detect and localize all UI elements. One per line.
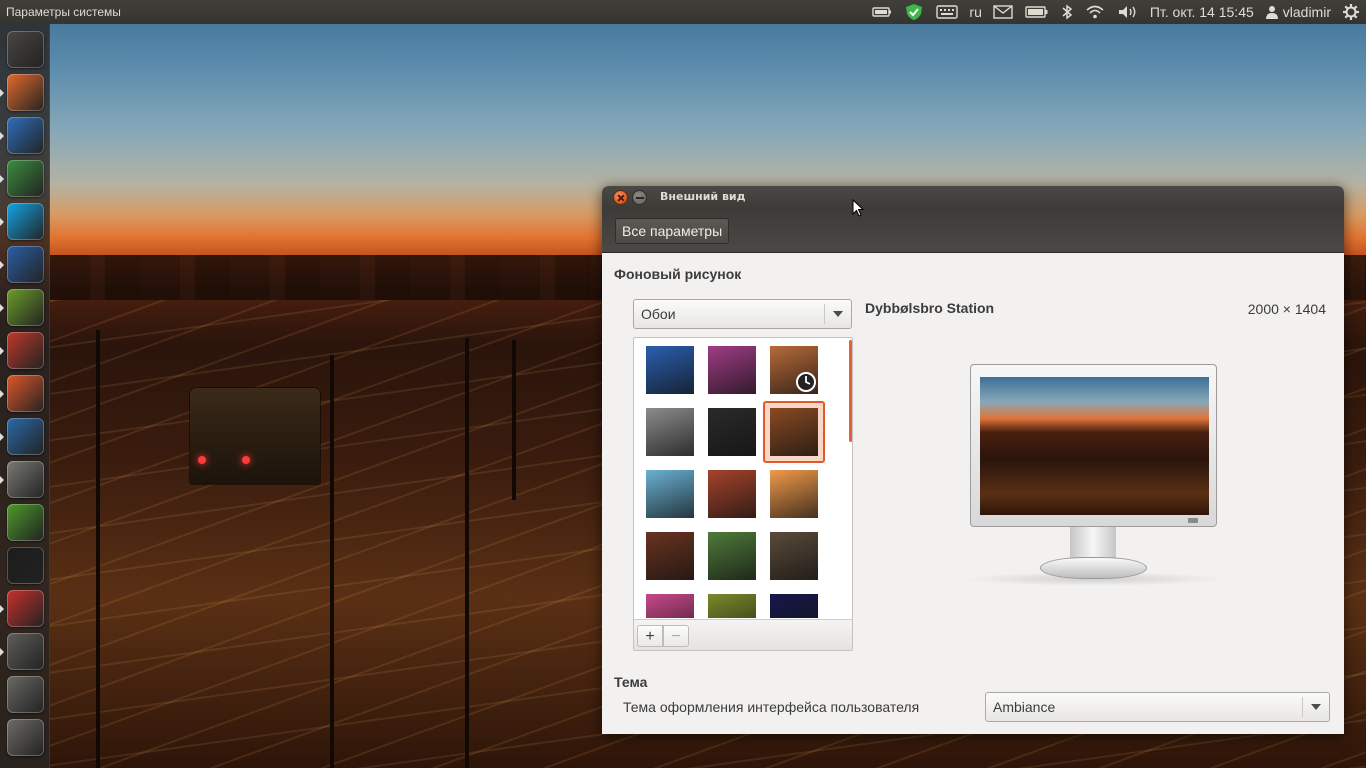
thumb-blue-ice[interactable] [646, 470, 694, 518]
keyboard-layout-indicator[interactable]: ru [964, 0, 986, 24]
text-editor-icon[interactable] [7, 504, 44, 541]
software-center-icon[interactable] [7, 375, 44, 412]
user-icon[interactable] [1259, 0, 1281, 24]
top-panel: Параметры системы ru Пт. окт. 14 15:45 v… [0, 0, 1366, 24]
update-shield-icon[interactable] [898, 0, 930, 24]
theme-label: Тема оформления интерфейса пользователя [623, 699, 920, 715]
workspaces-icon[interactable] [7, 633, 44, 670]
chrome-icon[interactable] [7, 160, 44, 197]
running-indicator-icon [0, 390, 4, 398]
unity-a-icon[interactable] [7, 547, 44, 584]
wifi-icon[interactable] [1079, 0, 1111, 24]
window-title: Внешний вид [660, 190, 746, 203]
gwibber-icon[interactable] [7, 289, 44, 326]
catenary-mast [96, 330, 100, 768]
thumb-autumn-road[interactable] [708, 470, 756, 518]
thumb-hills-sunset[interactable] [646, 532, 694, 580]
running-indicator-icon [0, 132, 4, 140]
indicator-area: ru Пт. окт. 14 15:45 vladimir [866, 0, 1366, 24]
theme-select[interactable]: Ambiance [985, 692, 1330, 722]
preview-screen [980, 377, 1209, 515]
libreoffice-icon[interactable] [7, 332, 44, 369]
thumb-bw-flowers[interactable] [708, 408, 756, 456]
system-settings-icon[interactable] [7, 590, 44, 627]
thumb-green-leaves[interactable] [708, 594, 756, 618]
appearance-window: Внешний вид Все параметры Фоновый рисуно… [602, 186, 1344, 734]
thumb-green-flowers[interactable] [708, 532, 756, 580]
all-settings-button[interactable]: Все параметры [615, 218, 730, 244]
username-indicator[interactable]: vladimir [1281, 0, 1336, 24]
catenary-mast [330, 355, 334, 768]
battery-small-icon[interactable] [866, 0, 898, 24]
running-indicator-icon [0, 261, 4, 269]
running-indicator-icon [0, 218, 4, 226]
session-gear-icon[interactable] [1336, 0, 1366, 24]
catenary-mast [512, 340, 516, 500]
calculator-icon[interactable] [7, 461, 44, 498]
thunderbird-icon[interactable] [7, 246, 44, 283]
window-toolbar: Все параметры [602, 208, 1344, 253]
slideshow-clock-icon [796, 372, 816, 392]
theme-section-title: Тема [614, 674, 648, 690]
running-indicator-icon [0, 347, 4, 355]
trash-icon[interactable] [7, 719, 44, 756]
running-indicator-icon [0, 175, 4, 183]
catenary-mast [465, 338, 469, 768]
monitor-neck [1070, 527, 1116, 559]
monitor-base [1040, 557, 1147, 579]
thumb-pen-paper[interactable] [770, 532, 818, 580]
combo-separator [1302, 697, 1303, 717]
theme-value: Ambiance [993, 699, 1056, 715]
running-indicator-icon [0, 648, 4, 656]
files-icon[interactable] [7, 74, 44, 111]
combo-separator [824, 304, 825, 324]
monitor-led [1188, 518, 1198, 523]
volume-icon[interactable] [1111, 0, 1145, 24]
running-indicator-icon [0, 304, 4, 312]
dash-home-icon[interactable] [7, 31, 44, 68]
wallpaper-grid-scrollbar[interactable] [849, 340, 852, 442]
remove-wallpaper-button[interactable]: − [663, 625, 689, 647]
active-app-title: Параметры системы [6, 5, 121, 19]
wallpaper-size: 2000 × 1404 [1247, 301, 1326, 317]
keyboard-icon[interactable] [930, 0, 964, 24]
running-indicator-icon [0, 605, 4, 613]
wallpaper-grid-viewport [634, 338, 852, 618]
mail-icon[interactable] [987, 0, 1019, 24]
add-wallpaper-button[interactable]: + [637, 625, 663, 647]
chevron-down-icon [833, 311, 843, 317]
firefox-icon[interactable] [7, 117, 44, 154]
disk-icon[interactable] [7, 676, 44, 713]
wallpaper-preview-monitor [960, 364, 1227, 586]
datetime-indicator[interactable]: Пт. окт. 14 15:45 [1145, 0, 1259, 24]
minimize-button[interactable] [632, 190, 647, 205]
running-indicator-icon [0, 476, 4, 484]
launcher [0, 24, 50, 768]
thumb-orange-leaves[interactable] [770, 470, 818, 518]
thumb-gray-animal[interactable] [646, 408, 694, 456]
running-indicator-icon [0, 89, 4, 97]
monitor-bezel [970, 364, 1217, 527]
close-button[interactable] [613, 190, 628, 205]
battery-icon[interactable] [1019, 0, 1055, 24]
thumb-night-sky[interactable] [770, 594, 818, 618]
thumb-blue-stripes[interactable] [646, 346, 694, 394]
background-source-value: Обои [641, 306, 676, 322]
wallpaper-name: Dybbølsbro Station [865, 300, 995, 316]
skype-icon[interactable] [7, 203, 44, 240]
chevron-down-icon [1311, 704, 1321, 710]
wallpaper-grid: + − [633, 337, 853, 651]
thumb-purple-bokeh[interactable] [708, 346, 756, 394]
mouse-cursor-icon [852, 199, 864, 217]
background-source-select[interactable]: Обои [633, 299, 852, 329]
running-indicator-icon [0, 433, 4, 441]
virtualbox-icon[interactable] [7, 418, 44, 455]
thumb-dybbolsbro-station[interactable] [770, 408, 818, 456]
thumb-pink-abstract[interactable] [646, 594, 694, 618]
bluetooth-icon[interactable] [1055, 0, 1079, 24]
window-titlebar[interactable]: Внешний вид [602, 186, 1344, 208]
background-section-title: Фоновый рисунок [614, 266, 742, 282]
train [190, 388, 320, 484]
wallpaper-grid-toolbar: + − [634, 619, 852, 650]
